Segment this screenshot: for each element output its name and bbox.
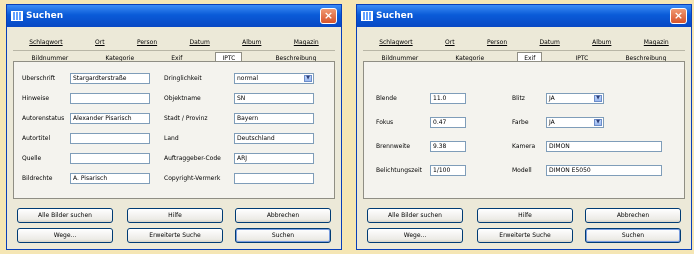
tab-magazin[interactable]: Magazin <box>290 37 323 48</box>
field-label: Überschrift <box>22 74 56 82</box>
tab-album[interactable]: Album <box>588 37 615 48</box>
model-input[interactable]: DIMON E5050 <box>546 164 662 176</box>
search-button[interactable]: Suchen <box>585 228 681 243</box>
field-label: Blitz <box>512 94 525 102</box>
tab-ort[interactable]: Ort <box>91 37 109 48</box>
field-label: Autorenstatus <box>22 114 65 122</box>
flash-select[interactable]: JA ▼ <box>546 92 604 104</box>
title-bar[interactable]: Suchen × <box>7 5 341 27</box>
cancel-button[interactable]: Abbrechen <box>235 208 331 223</box>
field-label: Blende <box>376 94 397 102</box>
aperture-input[interactable]: 11.0 <box>430 92 466 104</box>
tab-schlagwort[interactable]: Schlagwort <box>375 37 416 48</box>
client-code-input[interactable]: ARJ <box>234 152 314 164</box>
city-input[interactable]: Bayern <box>234 112 314 124</box>
help-button[interactable]: Hilfe <box>477 208 573 223</box>
close-icon[interactable]: × <box>320 8 337 24</box>
focus-input[interactable]: 0.47 <box>430 116 466 128</box>
tab-album[interactable]: Album <box>238 37 265 48</box>
window-title: Suchen <box>26 11 64 21</box>
field-label: Land <box>164 134 179 142</box>
help-button[interactable]: Hilfe <box>127 208 223 223</box>
field-label: Belichtungszeit <box>376 166 422 174</box>
country-input[interactable]: Deutschland <box>234 132 314 144</box>
field-label: Hinweise <box>22 94 50 102</box>
field-label: Fokus <box>376 118 394 126</box>
source-input[interactable] <box>70 152 150 164</box>
exif-panel: Blende 11.0 Fokus 0.47 Brennweite 9.38 Beli… <box>363 61 685 199</box>
author-title-input[interactable] <box>70 132 150 144</box>
tab-person[interactable]: Person <box>483 37 511 48</box>
object-name-input[interactable]: SN <box>234 92 314 104</box>
tab-ort[interactable]: Ort <box>441 37 459 48</box>
field-label: Autortitel <box>22 134 51 142</box>
search-dialog-exif: Suchen × Schlagwort Ort Person Datum Alb… <box>356 4 692 250</box>
field-label: Kamera <box>512 142 536 150</box>
search-button[interactable]: Suchen <box>235 228 331 243</box>
focal-length-input[interactable]: 9.38 <box>430 140 466 152</box>
field-label: Dringlichkeit <box>164 74 202 82</box>
field-label: Objektname <box>164 94 201 102</box>
wizard-button[interactable]: Wege... <box>17 228 113 243</box>
tab-person[interactable]: Person <box>133 37 161 48</box>
copyright-input[interactable] <box>234 172 314 184</box>
field-label: Modell <box>512 166 532 174</box>
search-all-images-button[interactable]: Alle Bilder suchen <box>17 208 113 223</box>
camera-input[interactable]: DIMON <box>546 140 662 152</box>
dropdown-arrow-icon[interactable]: ▼ <box>304 74 312 82</box>
extended-search-button[interactable]: Erweiterte Suche <box>127 228 223 243</box>
window-title: Suchen <box>376 11 414 21</box>
tab-magazin[interactable]: Magazin <box>640 37 673 48</box>
hints-input[interactable] <box>70 92 150 104</box>
tab-datum[interactable]: Datum <box>536 37 564 48</box>
field-label: Copyright-Vermerk <box>164 174 221 182</box>
extended-search-button[interactable]: Erweiterte Suche <box>477 228 573 243</box>
dropdown-arrow-icon[interactable]: ▼ <box>594 94 602 102</box>
urgency-select[interactable]: normal ▼ <box>234 72 314 84</box>
dropdown-arrow-icon[interactable]: ▼ <box>594 118 602 126</box>
field-label: Brennweite <box>376 142 411 150</box>
color-select[interactable]: JA ▼ <box>546 116 604 128</box>
search-app-icon <box>11 11 23 21</box>
tab-datum[interactable]: Datum <box>186 37 214 48</box>
search-dialog-iptc: Suchen × Schlagwort Ort Person Datum Alb… <box>6 4 342 250</box>
rights-input[interactable]: A. Pisarisch <box>70 172 150 184</box>
wizard-button[interactable]: Wege... <box>367 228 463 243</box>
author-input[interactable]: Alexander Pisarisch <box>70 112 150 124</box>
close-icon[interactable]: × <box>670 8 687 24</box>
headline-input[interactable]: Stargardterstraße <box>70 72 150 84</box>
field-label: Bildrechte <box>22 174 53 182</box>
cancel-button[interactable]: Abbrechen <box>585 208 681 223</box>
title-bar[interactable]: Suchen × <box>357 5 691 27</box>
search-app-icon <box>361 11 373 21</box>
search-all-images-button[interactable]: Alle Bilder suchen <box>367 208 463 223</box>
exposure-time-input[interactable]: 1/100 <box>430 164 466 176</box>
tab-schlagwort[interactable]: Schlagwort <box>25 37 66 48</box>
field-label: Farbe <box>512 118 529 126</box>
field-label: Auftraggeber-Code <box>164 154 221 162</box>
iptc-panel: Überschrift Stargardterstraße Hinweise Au… <box>13 61 335 199</box>
field-label: Quelle <box>22 154 42 162</box>
field-label: Stadt / Provinz <box>164 114 208 122</box>
